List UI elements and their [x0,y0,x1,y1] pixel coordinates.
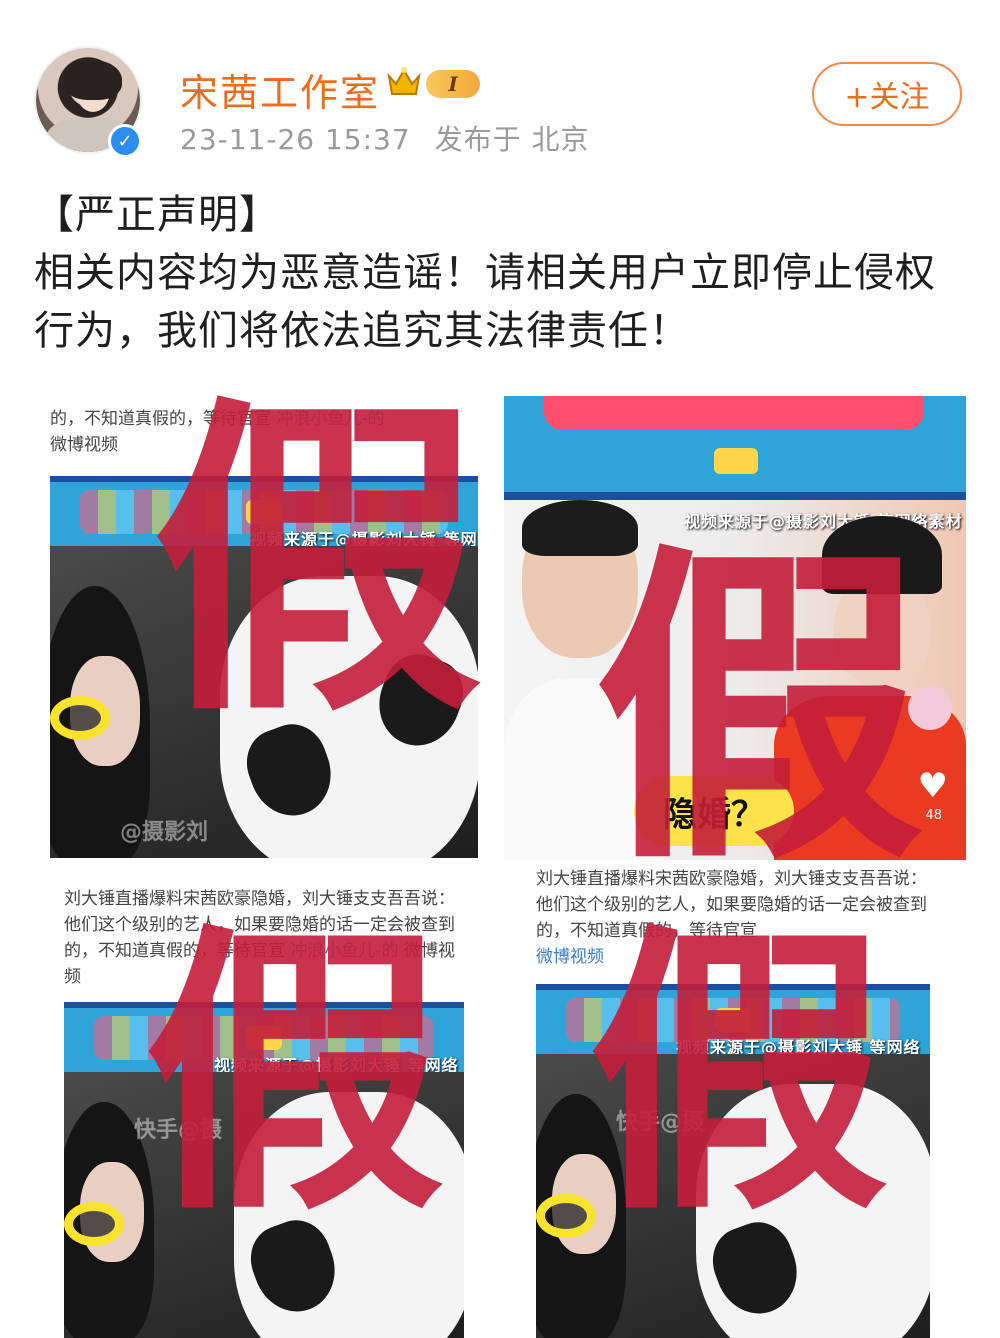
avatar-hair [64,60,122,100]
tile3-banner: 视频来源于@摄影刘大锤 等网络素材 [64,1002,464,1072]
bow-decoration [714,448,758,474]
tile2-banner [504,396,966,500]
image-tile-4[interactable]: 刘大锤直播爆料宋茜欧豪隐婚，刘大锤支支吾吾说：他们这个级别的艺人，如果要隐婚的话… [518,866,938,1338]
tile4-caption-end[interactable]: 微博视频 [536,947,604,967]
verified-icon: ✓ [108,124,142,158]
tile1-caption-link[interactable]: 冲浪小鱼儿-的 [276,409,384,429]
tile1-strip: 视频来源于@摄影刘大锤 等网络素材 [250,530,478,546]
tile1-caption: 的，不知道真假的，等待官宣 冲浪小鱼儿-的 微博视频 [50,406,490,458]
image-tile-3[interactable]: 刘大锤直播爆料宋茜欧豪隐婚，刘大锤支支吾吾说：他们这个级别的艺人，如果要隐婚的话… [34,866,484,1338]
man-shirt [504,678,664,860]
tile1-watermark: @摄影刘 [120,820,209,845]
tile2-badge: 隐婚？ [634,776,794,846]
woman-cap [822,516,942,594]
post-location: 发布于 北京 [434,123,590,156]
man-hair [522,500,638,556]
tile1-scene: @摄影刘 [50,546,478,858]
glasses [50,696,110,740]
tile4-strip: 视频来源于@摄影刘大锤 等网络素材 [676,1038,921,1054]
image-tile-1[interactable]: 的，不知道真假的，等待官宣 冲浪小鱼儿-的 微博视频 视频来源于@摄影刘大锤 等… [34,380,504,860]
tile1-banner: 视频来源于@摄影刘大锤 等网络素材 [50,476,478,546]
creator-avatar-icon[interactable] [908,686,952,730]
tile4-banner: 视频来源于@摄影刘大锤 等网络素材 [536,984,930,1054]
tile4-caption-text: 刘大锤直播爆料宋茜欧豪隐婚，刘大锤支支吾吾说：他们这个级别的艺人，如果要隐婚的话… [536,869,927,941]
image-tile-2[interactable]: 视频来源于@摄影刘大锤 等网络素材 隐婚？ ♥ 48 假 [504,396,966,860]
post-text: 相关内容均为恶意造谣！请相关用户立即停止侵权行为，我们将依法追究其法律责任！ [34,250,936,354]
glasses [64,1202,124,1246]
tile2-title-pill [544,396,924,430]
bow-decoration [246,1026,282,1050]
tile3-caption-link[interactable]: 冲浪小鱼儿-的 [290,941,398,961]
tile1-caption-end: 微博视频 [50,435,118,455]
tile3-strip: 视频来源于@摄影刘大锤 等网络素材 [214,1056,459,1072]
author-name[interactable]: 宋茜工作室 [180,62,380,117]
bow-decoration [246,500,282,524]
like-count: 48 [925,808,942,823]
follow-button[interactable]: +关注 [812,62,962,126]
glasses [536,1194,596,1238]
vip-level-badge: I [426,70,480,98]
post-title: 【严正声明】 [34,192,280,238]
tile3-caption: 刘大锤直播爆料宋茜欧豪隐婚，刘大锤支支吾吾说：他们这个级别的艺人，如果要隐婚的话… [64,886,468,990]
post-time: 23-11-26 15:37 [180,123,411,156]
heart-icon[interactable]: ♥ [918,766,948,806]
post-header: ✓ 宋茜工作室 I 23-11-26 15:37 发布于 北京 +关注 [0,0,1000,170]
post-body: 【严正声明】 相关内容均为恶意造谣！请相关用户立即停止侵权行为，我们将依法追究其… [34,186,974,360]
panda-mask [234,1092,464,1338]
post-meta: 23-11-26 15:37 发布于 北京 [180,118,604,158]
tile4-caption: 刘大锤直播爆料宋茜欧豪隐婚，刘大锤支支吾吾说：他们这个级别的艺人，如果要隐婚的话… [536,866,930,970]
tile4-scene: 快手@摄 [536,1054,930,1338]
bow-decoration [715,1008,751,1032]
image-grid: 的，不知道真假的，等待官宣 冲浪小鱼儿-的 微博视频 视频来源于@摄影刘大锤 等… [0,380,1000,1338]
tile1-caption-text: 的，不知道真假的，等待官宣 [50,409,271,429]
tile4-watermark: 快手@摄 [616,1110,705,1135]
crown-icon [387,67,421,95]
tile3-watermark: 快手@摄 [134,1118,223,1143]
tile3-scene: 快手@摄 [64,1072,464,1338]
